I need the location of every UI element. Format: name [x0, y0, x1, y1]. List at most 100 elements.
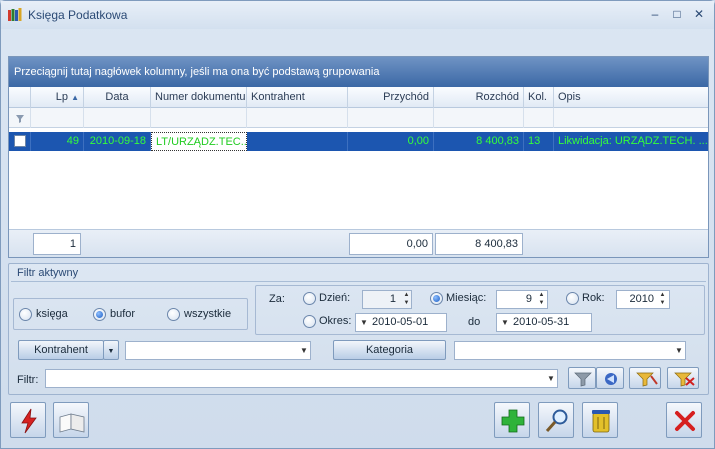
- sort-ascending-icon: ▲: [71, 93, 79, 102]
- radio-bufor-label[interactable]: bufor: [110, 308, 135, 320]
- book-icon: [59, 413, 85, 433]
- summary-count: 1: [33, 233, 81, 255]
- cell-przychod[interactable]: 0,00: [348, 132, 434, 151]
- filter-przychod[interactable]: [348, 108, 434, 128]
- chevron-down-icon: ▼: [107, 348, 115, 355]
- cell-numer-dokumentu[interactable]: LT/URZĄDZ.TEC...: [151, 132, 247, 151]
- open-book-button[interactable]: [53, 402, 89, 438]
- group-by-panel[interactable]: Przeciągnij tutaj nagłówek kolumny, jeśl…: [9, 57, 708, 87]
- okres-to-value: 2010-05-31: [513, 316, 570, 328]
- header-data[interactable]: Data: [84, 87, 151, 108]
- filter-rozchod[interactable]: [434, 108, 524, 128]
- dzien-spinner[interactable]: ▲ ▼: [401, 291, 412, 308]
- minimize-button[interactable]: –: [647, 7, 663, 23]
- filter-kol[interactable]: [524, 108, 554, 128]
- ksiega-podatkowa-window: Księga Podatkowa – □ ✕ Przeciągnij tutaj…: [0, 0, 715, 449]
- filter-lp[interactable]: [31, 108, 84, 128]
- radio-okres-label[interactable]: Okres:: [319, 315, 351, 327]
- advanced-filter-button[interactable]: [629, 367, 661, 389]
- kategoria-button[interactable]: Kategoria: [333, 340, 446, 360]
- filter-arrow-icon: [605, 373, 617, 385]
- row-select-cell[interactable]: [9, 132, 31, 151]
- scope-group: księga bufor wszystkie: [13, 298, 248, 330]
- cell-rozchod[interactable]: 8 400,83: [434, 132, 524, 151]
- radio-wszystkie-label[interactable]: wszystkie: [184, 308, 231, 320]
- kategoria-input[interactable]: [454, 341, 686, 360]
- clear-filter-button[interactable]: [667, 367, 699, 389]
- okres-to-field[interactable]: 2010-05-31: [496, 313, 592, 332]
- grid-header-row: Lp ▲ Data Numer dokumentu Kontrahent Prz…: [9, 87, 708, 108]
- radio-okres[interactable]: [303, 315, 316, 328]
- kontrahent-input[interactable]: [125, 341, 311, 360]
- radio-dzien-label[interactable]: Dzień:: [319, 292, 350, 304]
- radio-ksiega-label[interactable]: księga: [36, 308, 68, 320]
- row-checkbox[interactable]: [14, 135, 26, 147]
- magnifier-icon: [545, 409, 568, 432]
- radio-rok[interactable]: [566, 292, 579, 305]
- okres-from-field[interactable]: 2010-05-01: [355, 313, 447, 332]
- grid-filter-row: [9, 108, 708, 128]
- chevron-down-icon[interactable]: ▼: [300, 346, 308, 355]
- filter-kontrahent[interactable]: [247, 108, 348, 128]
- clear-funnel-icon: [674, 372, 695, 387]
- add-button[interactable]: [494, 402, 530, 438]
- close-button[interactable]: [666, 402, 702, 438]
- period-group: Za: Dzień: 1 ▲ ▼ Miesiąc: 9 ▲ ▼ Rok: 2010 …: [255, 285, 705, 335]
- kontrahent-dropdown-button[interactable]: ▼: [103, 340, 119, 360]
- header-kol[interactable]: Kol.: [524, 87, 554, 108]
- kontrahent-button[interactable]: Kontrahent: [18, 340, 104, 360]
- documents-grid: Przeciągnij tutaj nagłówek kolumny, jeśl…: [8, 56, 709, 258]
- calendar-dropdown-icon[interactable]: ▼: [360, 318, 368, 327]
- rok-spinner[interactable]: ▲ ▼: [657, 291, 668, 308]
- filter-row-cell[interactable]: [9, 108, 31, 128]
- funnel-icon: [16, 115, 24, 123]
- radio-ksiega[interactable]: [19, 308, 32, 321]
- chevron-down-icon[interactable]: ▼: [547, 374, 555, 383]
- cell-opis[interactable]: Likwidacja: URZĄDZ.TECH. ...: [554, 132, 708, 151]
- title-bar[interactable]: Księga Podatkowa – □ ✕: [1, 1, 714, 29]
- filter-panel: Filtr aktywny księga bufor wszystkie Za:…: [8, 263, 709, 395]
- radio-dzien[interactable]: [303, 292, 316, 305]
- header-opis[interactable]: Opis: [554, 87, 708, 108]
- grid-summary-row: 1 0,00 8 400,83: [9, 229, 708, 257]
- funnel-icon: [574, 372, 592, 387]
- miesiac-value: 9: [525, 293, 532, 305]
- header-numer-dokumentu[interactable]: Numer dokumentu: [151, 87, 247, 108]
- calendar-dropdown-icon[interactable]: ▼: [501, 318, 509, 327]
- radio-miesiac-label[interactable]: Miesiąc:: [446, 292, 486, 304]
- filtr-input[interactable]: [45, 369, 558, 388]
- table-row[interactable]: 49 2010-09-18 LT/URZĄDZ.TEC... 0,00 8 40…: [9, 132, 708, 151]
- miesiac-spinner[interactable]: ▲ ▼: [536, 291, 547, 308]
- delete-button[interactable]: [582, 402, 618, 438]
- header-kontrahent[interactable]: Kontrahent: [247, 87, 348, 108]
- radio-rok-label[interactable]: Rok:: [582, 292, 605, 304]
- za-label: Za:: [269, 293, 285, 305]
- preview-button[interactable]: [538, 402, 574, 438]
- filter-numer[interactable]: [151, 108, 247, 128]
- chevron-down-icon[interactable]: ▼: [675, 346, 683, 355]
- divider: [11, 281, 706, 282]
- lightning-icon: [21, 408, 37, 434]
- dzien-value: 1: [389, 293, 396, 305]
- header-lp-label: Lp: [55, 91, 69, 103]
- radio-bufor[interactable]: [93, 308, 106, 321]
- header-lp[interactable]: Lp ▲: [31, 87, 84, 108]
- book-entry-button[interactable]: [10, 402, 46, 438]
- filter-panel-title: Filtr aktywny: [17, 267, 79, 279]
- header-rozchod[interactable]: Rozchód: [434, 87, 524, 108]
- apply-filter-button[interactable]: [568, 367, 596, 389]
- close-window-button[interactable]: ✕: [691, 7, 707, 23]
- header-przychod[interactable]: Przychód: [348, 87, 434, 108]
- cell-kontrahent[interactable]: [247, 132, 348, 151]
- filter-options-button[interactable]: [596, 367, 624, 389]
- cell-data[interactable]: 2010-09-18: [84, 132, 151, 151]
- radio-wszystkie[interactable]: [167, 308, 180, 321]
- filter-opis[interactable]: [554, 108, 708, 128]
- filter-data[interactable]: [84, 108, 151, 128]
- cell-kol[interactable]: 13: [524, 132, 554, 151]
- radio-miesiac[interactable]: [430, 292, 443, 305]
- header-checkbox-column[interactable]: [9, 87, 31, 108]
- maximize-button[interactable]: □: [669, 7, 685, 23]
- cell-lp[interactable]: 49: [31, 132, 84, 151]
- window-title: Księga Podatkowa: [28, 8, 128, 22]
